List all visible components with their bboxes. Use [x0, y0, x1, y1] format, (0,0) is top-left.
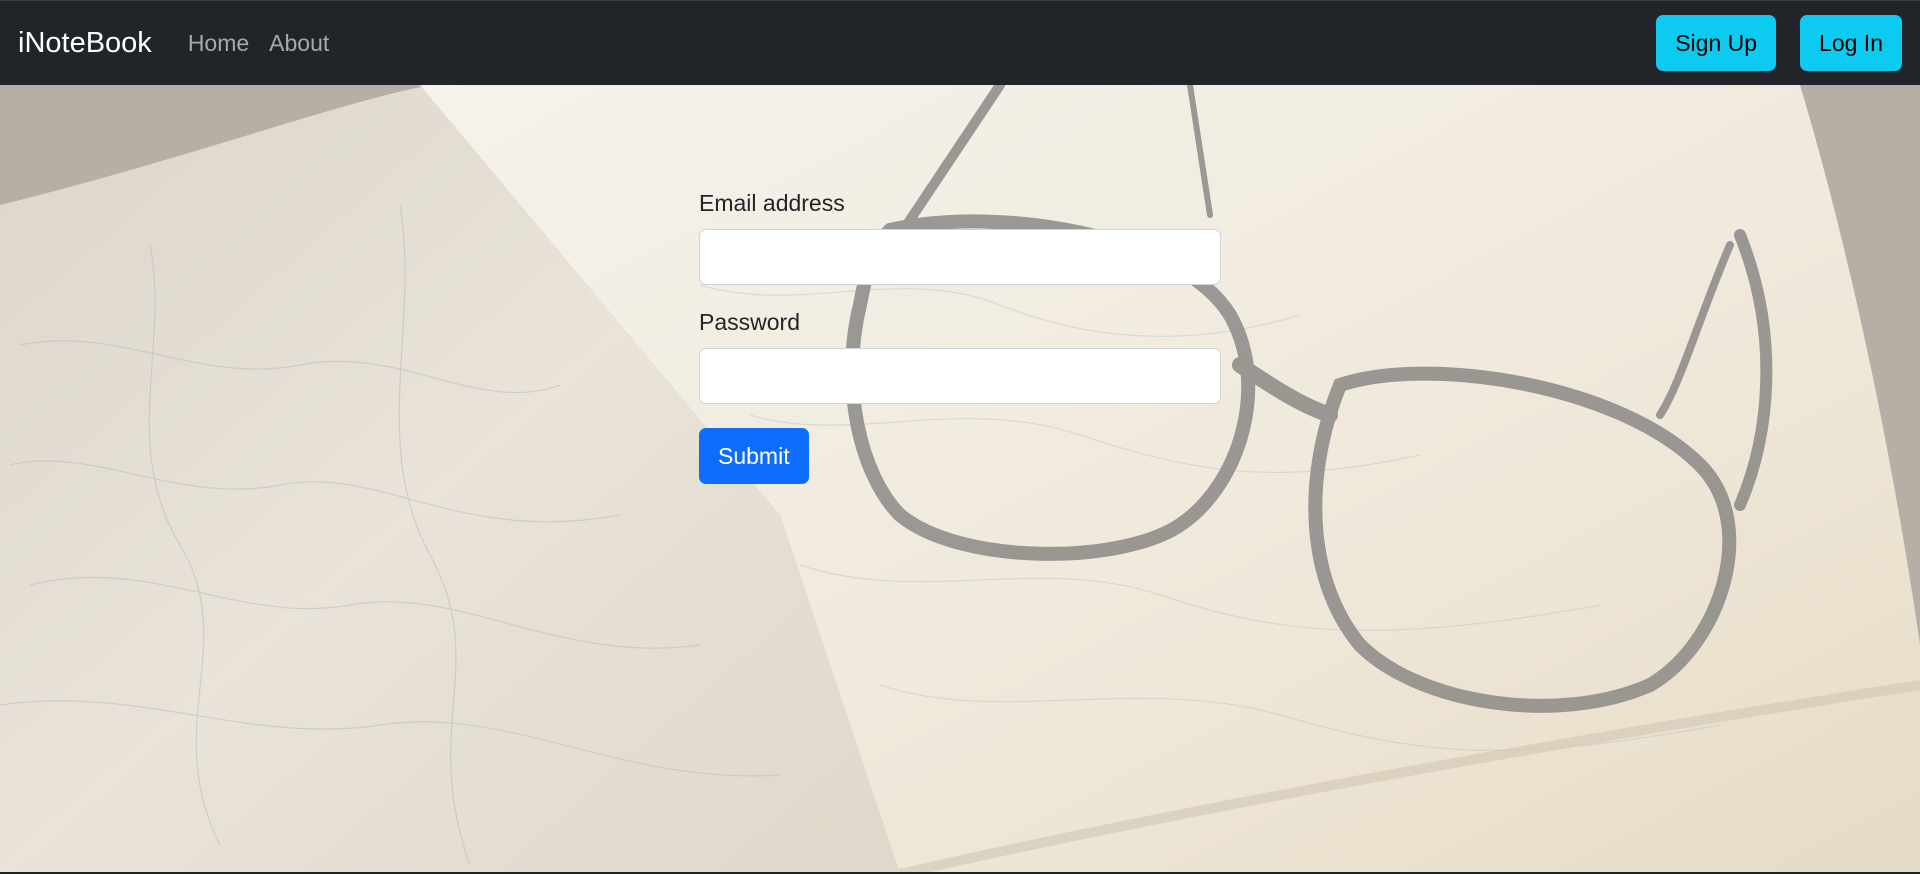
signup-button[interactable]: Sign Up [1656, 15, 1777, 71]
password-group: Password [699, 309, 1221, 404]
submit-button[interactable]: Submit [699, 428, 809, 484]
login-form: Email address Password Submit [699, 190, 1221, 484]
password-label: Password [699, 309, 800, 335]
email-group: Email address [699, 190, 1221, 285]
email-input[interactable] [699, 229, 1221, 285]
nav-link-home[interactable]: Home [188, 30, 249, 57]
login-button[interactable]: Log In [1800, 15, 1902, 71]
navbar: iNoteBook Home About Sign Up Log In [0, 0, 1920, 85]
nav-link-about[interactable]: About [269, 30, 329, 57]
navbar-actions: Sign Up Log In [1656, 15, 1902, 71]
password-input[interactable] [699, 348, 1221, 404]
navbar-brand[interactable]: iNoteBook [18, 27, 152, 60]
email-label: Email address [699, 190, 845, 216]
login-page: iNoteBook Home About Sign Up Log In Emai… [0, 0, 1920, 874]
